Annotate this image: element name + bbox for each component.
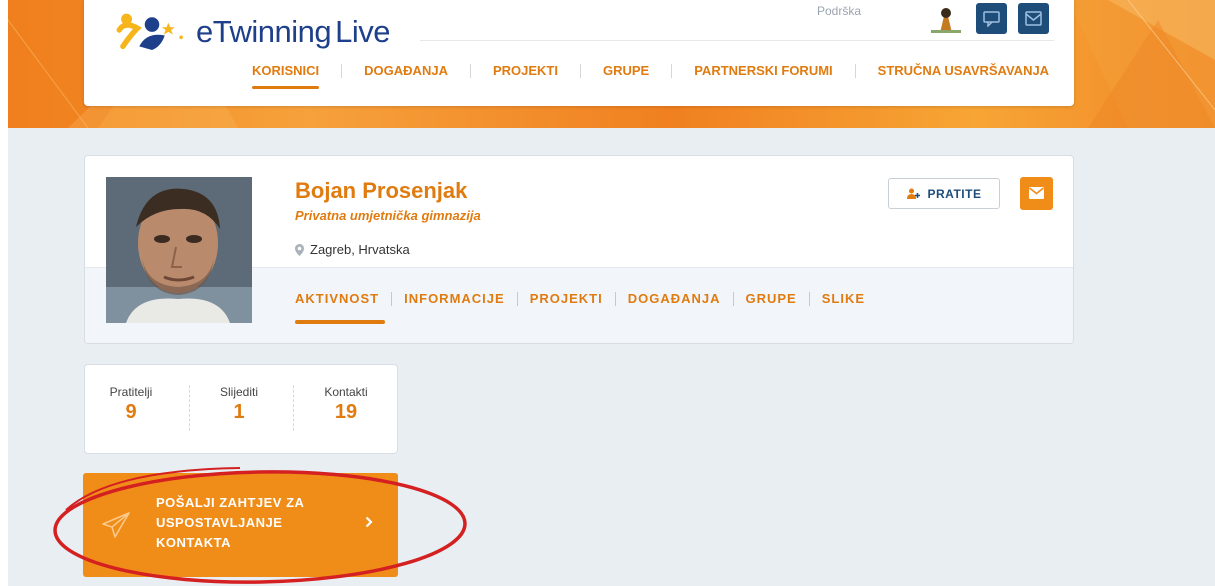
contact-request-label: POŠALJI ZAHTJEV ZA USPOSTAVLJANJE KONTAK… <box>156 493 346 553</box>
mail-icon <box>1029 187 1044 199</box>
tab-projekti[interactable]: PROJEKTI <box>530 291 603 306</box>
send-contact-request-button[interactable]: POŠALJI ZAHTJEV ZA USPOSTAVLJANJE KONTAK… <box>83 473 398 577</box>
help-link[interactable]: Podrška <box>817 4 861 18</box>
stat-value: 1 <box>233 401 245 423</box>
stat-label: Slijediti <box>219 385 258 399</box>
send-message-button[interactable] <box>1020 177 1053 210</box>
profile-name: Bojan Prosenjak <box>295 178 468 203</box>
tab-separator <box>614 291 616 306</box>
stat-value: 19 <box>334 401 358 423</box>
chat-button[interactable] <box>976 3 1007 34</box>
nav-separator <box>671 63 673 78</box>
tab-grupe[interactable]: GRUPE <box>746 291 797 306</box>
add-user-icon <box>906 188 920 199</box>
contact-request-line: USPOSTAVLJANJE <box>156 515 283 530</box>
location-pin-icon <box>295 243 304 256</box>
tab-dogadanja[interactable]: DOGAĐANJA <box>628 291 721 306</box>
page-left-edge <box>0 0 8 586</box>
stat-label: Pratitelji <box>109 385 153 399</box>
logo-live: Live <box>335 14 390 49</box>
stat-divider <box>293 385 294 431</box>
logo-twinning: Twinning <box>212 14 332 49</box>
etwinning-logo-text[interactable]: eTwinning Live <box>196 14 390 50</box>
nav-separator <box>341 63 343 78</box>
nav-separator <box>854 63 856 78</box>
main-nav: KORISNICI DOGAĐANJA PROJEKTI GRUPE PARTN… <box>252 63 1049 89</box>
nav-partnerski-forumi[interactable]: PARTNERSKI FORUMI <box>694 63 832 78</box>
location-text: Zagreb, Hrvatska <box>310 242 410 257</box>
profile-photo <box>106 177 252 323</box>
header-card: eTwinning Live Podrška KORISNICI DOGAĐANJ… <box>84 0 1074 106</box>
notifications-button[interactable] <box>1018 3 1049 34</box>
profile-tabs: AKTIVNOST INFORMACIJE PROJEKTI DOGAĐANJA… <box>295 291 865 324</box>
follow-label: PRATITE <box>927 186 982 201</box>
tab-separator <box>516 291 518 306</box>
stat-divider <box>189 385 190 431</box>
stat-value: 9 <box>125 401 137 423</box>
stat-following[interactable]: Slijediti 1 <box>209 385 269 424</box>
stat-label: Kontakti <box>324 385 368 399</box>
nav-strucna-usavrsavanja[interactable]: STRUČNA USAVRŠAVANJA <box>878 63 1049 78</box>
header-divider <box>420 40 1054 41</box>
tab-separator <box>391 291 393 306</box>
follow-button[interactable]: PRATITE <box>888 178 1000 209</box>
contact-request-line: POŠALJI ZAHTJEV ZA <box>156 495 305 510</box>
chat-icon <box>983 11 1000 27</box>
stats-card: Pratitelji 9 Slijediti 1 Kontakti 19 <box>84 364 398 454</box>
tab-slike[interactable]: SLIKE <box>822 291 865 306</box>
logo-e: e <box>196 14 213 49</box>
envelope-open-icon <box>1025 11 1042 26</box>
nav-dogadanja[interactable]: DOGAĐANJA <box>364 63 448 78</box>
profile-card: Bojan Prosenjak Privatna umjetnička gimn… <box>84 155 1074 344</box>
tab-separator <box>732 291 734 306</box>
tab-aktivnost[interactable]: AKTIVNOST <box>295 291 386 324</box>
contact-request-line: KONTAKTA <box>156 535 232 550</box>
nav-projekti[interactable]: PROJEKTI <box>493 63 558 78</box>
user-avatar-icon[interactable] <box>931 6 961 33</box>
tab-informacije[interactable]: INFORMACIJE <box>404 291 505 306</box>
etwinning-logo-icon[interactable] <box>112 10 192 50</box>
tab-separator <box>808 291 810 306</box>
nav-grupe[interactable]: GRUPE <box>603 63 649 78</box>
stat-contacts[interactable]: Kontakti 19 <box>315 385 377 424</box>
nav-separator <box>579 63 581 78</box>
nav-korisnici[interactable]: KORISNICI <box>252 63 320 89</box>
profile-location: Zagreb, Hrvatska <box>295 242 410 257</box>
stat-followers[interactable]: Pratitelji 9 <box>105 385 157 424</box>
chevron-right-icon <box>365 516 373 528</box>
paper-plane-icon <box>102 512 130 538</box>
nav-separator <box>469 63 471 78</box>
profile-school[interactable]: Privatna umjetnička gimnazija <box>295 208 481 223</box>
